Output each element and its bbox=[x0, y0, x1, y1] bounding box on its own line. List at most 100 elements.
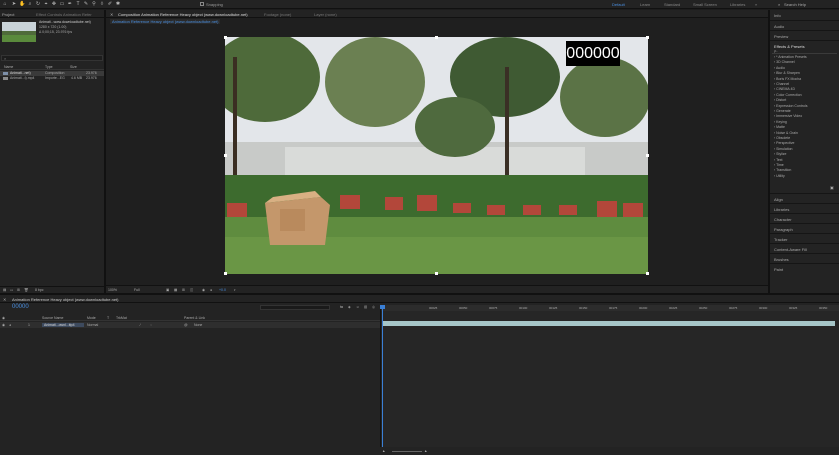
tab-layer[interactable]: Layer (none) bbox=[314, 12, 337, 17]
resolution-dropdown[interactable]: Full bbox=[134, 288, 140, 292]
column-t[interactable]: T bbox=[107, 316, 109, 320]
workspace-libraries[interactable]: Libraries bbox=[730, 2, 745, 7]
timeline-graph-area[interactable]: 00025 00050 00075 00100 00125 00150 00175 00200… bbox=[380, 305, 839, 455]
workspace-standard[interactable]: Standard bbox=[664, 2, 680, 7]
transform-handle[interactable] bbox=[224, 272, 227, 275]
layer-duration-bar[interactable] bbox=[383, 321, 835, 326]
info-panel-header[interactable]: Info bbox=[770, 10, 839, 20]
content-aware-fill-header[interactable]: Content-Aware Fill bbox=[770, 243, 839, 253]
interpret-footage-icon[interactable]: ▤ bbox=[3, 288, 6, 292]
effect-category[interactable]: › Blur & Sharpen bbox=[774, 71, 800, 75]
project-row[interactable]: Animati...t).mp4 Importe...EG 4.6 MB 23.… bbox=[0, 76, 104, 81]
effect-category[interactable]: › Color Correction bbox=[774, 93, 802, 97]
transform-handle[interactable] bbox=[646, 36, 649, 39]
clone-stamp-tool-icon[interactable]: ⚲ bbox=[91, 1, 97, 7]
effect-category[interactable]: › CINEMA 4D bbox=[774, 87, 795, 91]
workspace-learn[interactable]: Learn bbox=[640, 2, 650, 7]
comp-subtab[interactable]: Animation Reference Heavy object (www.do… bbox=[110, 19, 220, 24]
tracker-panel-header[interactable]: Tracker bbox=[770, 233, 839, 243]
effect-category[interactable]: › Noise & Grain bbox=[774, 131, 798, 135]
tab-footage[interactable]: Footage (none) bbox=[264, 12, 291, 17]
pan-behind-tool-icon[interactable]: ✥ bbox=[51, 1, 57, 7]
effect-category[interactable]: › Utility bbox=[774, 174, 785, 178]
search-icon[interactable]: ⌕ bbox=[778, 2, 780, 7]
delete-icon[interactable]: 🗑 bbox=[24, 288, 28, 292]
effect-category[interactable]: › Time bbox=[774, 163, 784, 167]
rectangle-tool-icon[interactable]: ▭ bbox=[59, 1, 65, 7]
brushes-panel-header[interactable]: Brushes bbox=[770, 253, 839, 263]
transform-handle[interactable] bbox=[224, 36, 227, 39]
audio-panel-header[interactable]: Audio bbox=[770, 20, 839, 30]
effect-category[interactable]: › Expression Controls bbox=[774, 104, 807, 108]
type-tool-icon[interactable]: T bbox=[75, 1, 81, 7]
paragraph-panel-header[interactable]: Paragraph bbox=[770, 223, 839, 233]
current-timecode[interactable]: 00000 bbox=[12, 304, 29, 310]
composition-viewer[interactable]: 000000 bbox=[225, 37, 648, 274]
eraser-tool-icon[interactable]: ◊ bbox=[99, 1, 105, 7]
tab-project[interactable]: Project bbox=[2, 12, 14, 17]
column-size[interactable]: Size bbox=[70, 65, 77, 69]
effect-category[interactable]: › Matte bbox=[774, 125, 785, 129]
current-time-indicator[interactable] bbox=[382, 305, 383, 455]
new-composition-icon[interactable]: ⊞ bbox=[17, 288, 20, 292]
home-icon[interactable]: ⌂ bbox=[2, 1, 8, 7]
effect-category[interactable]: › Text bbox=[774, 158, 783, 162]
effect-category[interactable]: › Boris FX Mocha bbox=[774, 77, 801, 81]
bpc-button[interactable]: 8 bpc bbox=[35, 288, 44, 292]
puppet-tool-icon[interactable]: ✱ bbox=[115, 1, 121, 7]
zoom-tool-icon[interactable]: ⌕ bbox=[27, 1, 33, 7]
transform-handle[interactable] bbox=[435, 272, 438, 275]
draft-3d-icon[interactable]: ◈ bbox=[348, 305, 351, 309]
transform-handle[interactable] bbox=[224, 154, 227, 157]
close-icon[interactable]: ✕ bbox=[110, 12, 113, 17]
effect-category[interactable]: › Distort bbox=[774, 98, 786, 102]
tab-effect-controls[interactable]: Effect Controls Animation Refer bbox=[36, 12, 92, 17]
transform-handle[interactable] bbox=[646, 272, 649, 275]
column-source-name[interactable]: Source Name bbox=[42, 316, 63, 320]
show-channel-icon[interactable]: ● bbox=[210, 288, 212, 292]
preview-panel-header[interactable]: Preview bbox=[770, 30, 839, 40]
effect-category[interactable]: › Generate bbox=[774, 109, 791, 113]
workspace-default[interactable]: Default bbox=[612, 2, 625, 7]
camera-snapshot-icon[interactable]: ◉ bbox=[202, 288, 205, 292]
effect-category[interactable]: › Keying bbox=[774, 120, 787, 124]
grid-guides-icon[interactable]: ⊞ bbox=[182, 288, 185, 292]
visibility-eye-icon[interactable]: ◉ bbox=[2, 323, 5, 327]
fast-previews-icon[interactable]: ◐ bbox=[234, 288, 236, 292]
align-panel-header[interactable]: Align bbox=[770, 193, 839, 203]
mask-visibility-icon[interactable]: ◫ bbox=[190, 288, 193, 292]
column-type[interactable]: Type bbox=[45, 65, 53, 69]
zoom-slider[interactable] bbox=[392, 451, 422, 452]
effect-category[interactable]: › Perspective bbox=[774, 141, 794, 145]
character-panel-header[interactable]: Character bbox=[770, 213, 839, 223]
effect-category[interactable]: › Channel bbox=[774, 82, 789, 86]
new-bin-icon[interactable]: ▣ bbox=[830, 185, 834, 190]
libraries-panel-header[interactable]: Libraries bbox=[770, 203, 839, 213]
column-trkmat[interactable]: TrkMat bbox=[116, 316, 127, 320]
roto-brush-tool-icon[interactable]: ✐ bbox=[107, 1, 113, 7]
brush-tool-icon[interactable]: ✎ bbox=[83, 1, 89, 7]
mode-dropdown[interactable]: Normal bbox=[87, 323, 98, 327]
exposure-value[interactable]: +0.0 bbox=[219, 288, 226, 292]
transparency-grid-icon[interactable]: ▦ bbox=[174, 288, 177, 292]
shy-layers-icon[interactable]: ☺ bbox=[356, 305, 360, 309]
motion-blur-icon[interactable]: ◎ bbox=[372, 305, 375, 309]
project-search-input[interactable]: ⌕ bbox=[1, 55, 103, 61]
paint-panel-header[interactable]: Paint bbox=[770, 263, 839, 273]
column-name[interactable]: Name bbox=[4, 65, 13, 69]
hand-tool-icon[interactable]: ✋ bbox=[19, 1, 25, 7]
snapping-checkbox[interactable] bbox=[200, 2, 204, 6]
effect-category[interactable]: › Audio bbox=[774, 66, 785, 70]
parent-dropdown[interactable]: None bbox=[194, 323, 202, 327]
zoom-in-icon[interactable]: ▲ bbox=[424, 449, 427, 453]
effect-category[interactable]: › Simulation bbox=[774, 147, 792, 151]
time-ruler[interactable]: 00025 00050 00075 00100 00125 00150 00175 00200… bbox=[381, 306, 839, 315]
column-parent[interactable]: Parent & Link bbox=[184, 316, 205, 320]
effect-category[interactable]: › Transition bbox=[774, 168, 791, 172]
column-mode[interactable]: Mode bbox=[87, 316, 96, 320]
rotate-tool-icon[interactable]: ↻ bbox=[35, 1, 41, 7]
motion-blur-switch-icon[interactable]: ◌ bbox=[150, 323, 152, 327]
layer-row[interactable]: ◉ ◂ 1 Animati...ownl...ttp4 Normal ⁄ ◌ @… bbox=[0, 322, 380, 328]
workspace-menu-icon[interactable]: » bbox=[755, 2, 757, 7]
effect-category[interactable]: › Stylize bbox=[774, 152, 786, 156]
